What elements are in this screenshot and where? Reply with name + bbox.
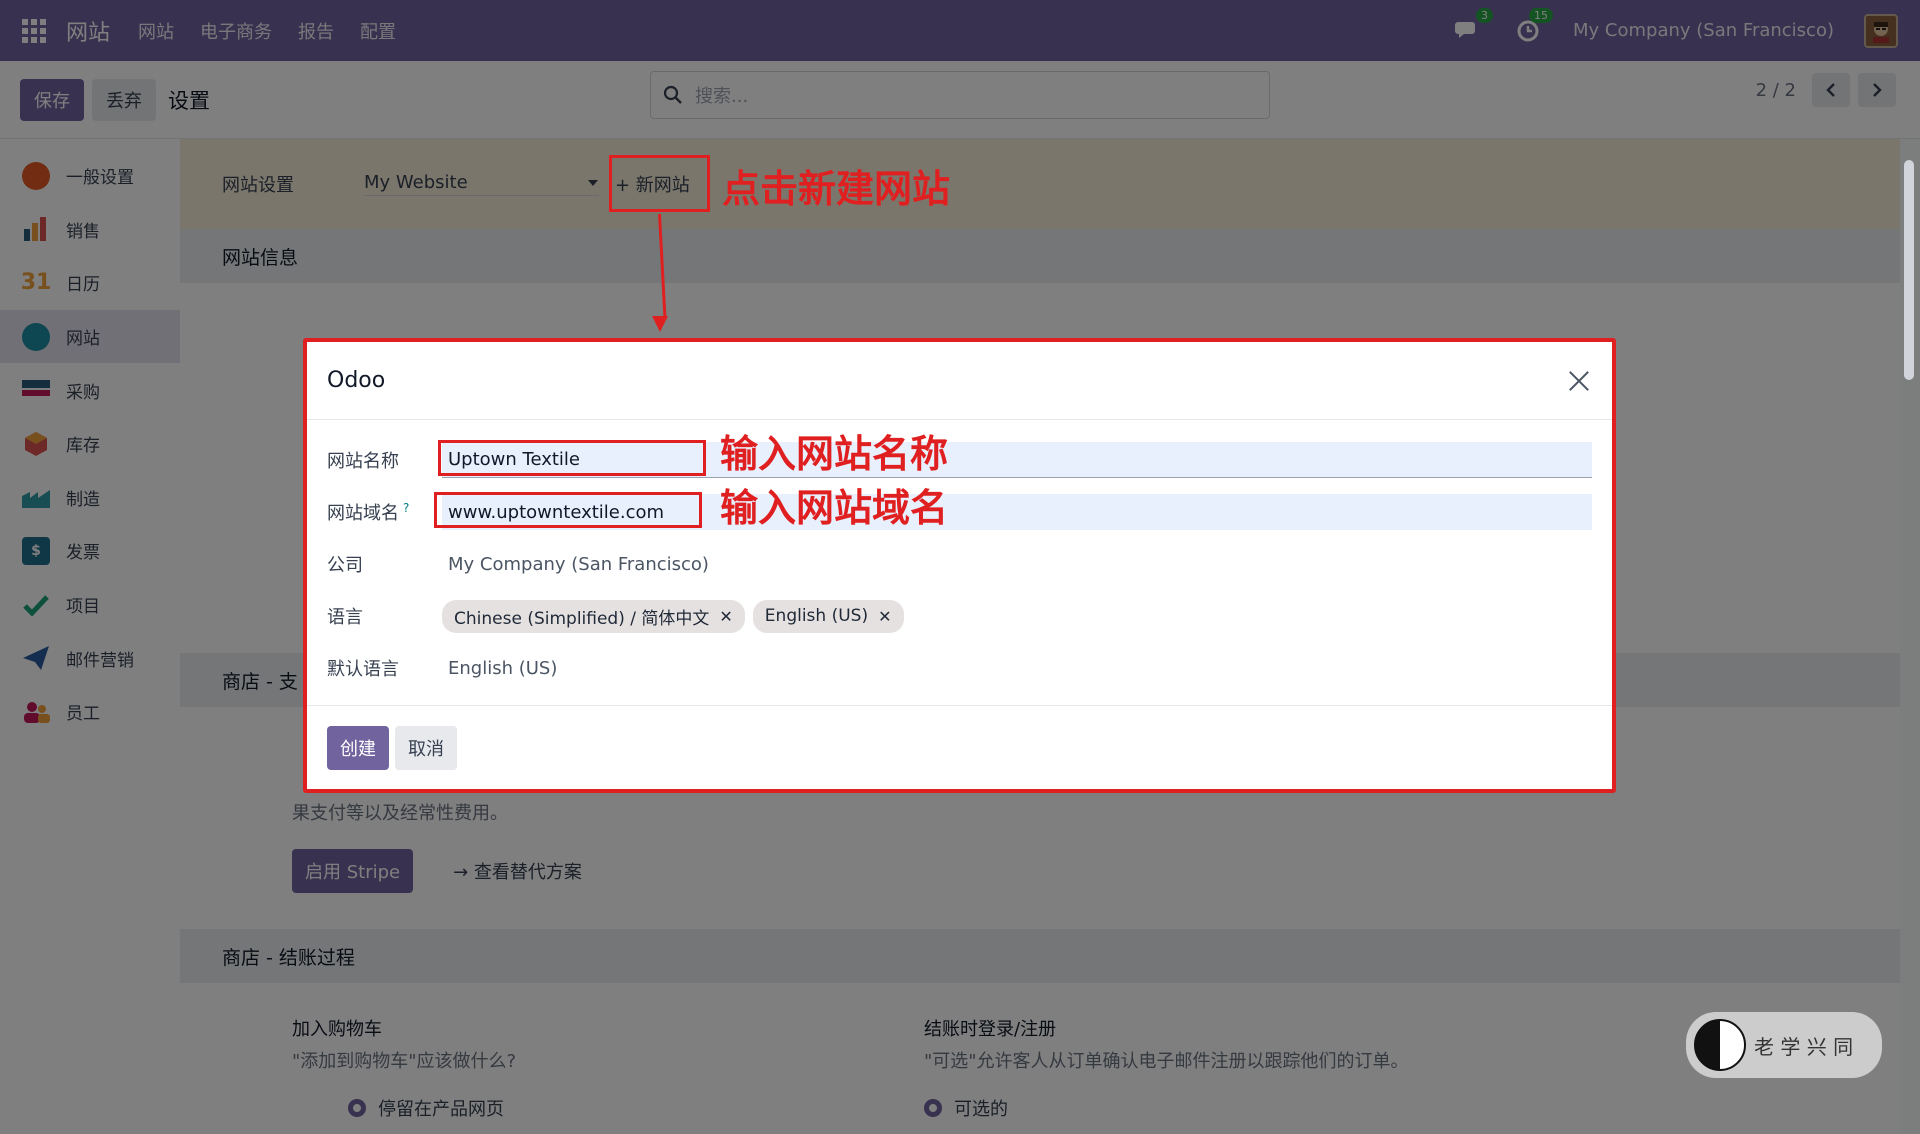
default-language-row: 默认语言 English (US) [327, 642, 1592, 694]
website-name-label: 网站名称 [327, 451, 399, 472]
language-row: 语言 Chinese (Simplified) / 简体中文 ✕ English… [327, 590, 1592, 642]
language-tag: English (US) ✕ [752, 599, 904, 633]
language-label: 语言 [327, 607, 363, 628]
language-tag-label: English (US) [764, 606, 869, 626]
watermark-text: 老 学 兴 同 [1754, 1034, 1854, 1059]
cancel-button[interactable]: 取消 [395, 725, 457, 770]
remove-tag-icon[interactable]: ✕ [878, 607, 891, 626]
language-tags[interactable]: Chinese (Simplified) / 简体中文 ✕ English (U… [442, 599, 904, 633]
watermark-logo: 老 学 兴 同 [1686, 1012, 1882, 1078]
annotation-box-name [438, 440, 706, 476]
dialog-footer: 创建 取消 [307, 705, 1612, 789]
dialog-header: Odoo [307, 342, 1612, 420]
default-language-label: 默认语言 [327, 659, 399, 680]
company-label: 公司 [327, 555, 363, 576]
default-language-value[interactable]: English (US) [442, 658, 557, 679]
company-value[interactable]: My Company (San Francisco) [442, 554, 709, 575]
website-domain-label-text: 网站域名 [327, 503, 399, 524]
website-name-input[interactable]: Uptown Textile [438, 440, 1592, 478]
website-domain-input[interactable]: www.uptowntextile.com [434, 492, 1592, 530]
website-name-row: 网站名称 Uptown Textile [327, 434, 1592, 486]
close-icon[interactable] [1566, 368, 1592, 394]
annotation-box-domain [434, 492, 702, 528]
create-button[interactable]: 创建 [327, 725, 389, 770]
page-scrollbar[interactable] [1904, 160, 1914, 380]
website-domain-row: 网站域名? www.uptowntextile.com [327, 486, 1592, 538]
language-tag-label: Chinese (Simplified) / 简体中文 [454, 608, 710, 629]
annotation-click-new: 点击新建网站 [722, 167, 951, 211]
dialog-body: 网站名称 Uptown Textile 网站域名? www.uptowntext… [307, 420, 1612, 694]
dialog-title: Odoo [327, 368, 386, 393]
remove-tag-icon[interactable]: ✕ [719, 607, 732, 626]
annotation-enter-name: 输入网站名称 [720, 432, 949, 476]
annotation-enter-domain: 输入网站域名 [720, 486, 949, 530]
yin-yang-icon [1694, 1019, 1746, 1071]
annotation-box-new-website [609, 155, 710, 212]
help-tooltip-icon[interactable]: ? [403, 501, 409, 515]
company-row: 公司 My Company (San Francisco) [327, 538, 1592, 590]
new-website-dialog: Odoo 网站名称 Uptown Textile 网站域名? www.uptow… [303, 338, 1616, 793]
language-tag: Chinese (Simplified) / 简体中文 ✕ [442, 599, 745, 633]
website-domain-label: 网站域名? [327, 499, 442, 525]
annotation-arrow-head-icon [652, 316, 668, 332]
